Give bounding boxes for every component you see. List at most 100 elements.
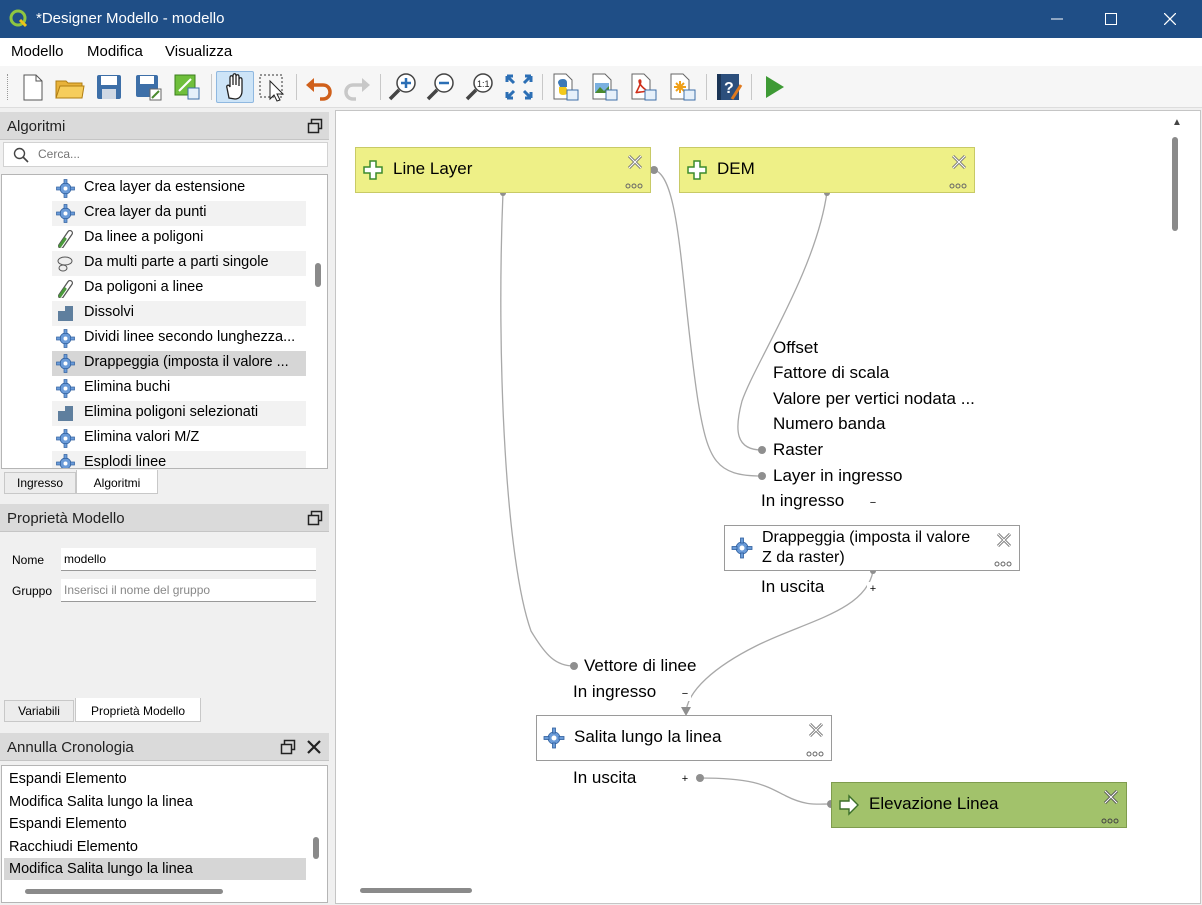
undo-button[interactable] (302, 71, 336, 103)
remove-node-icon[interactable] (995, 531, 1013, 549)
menu-visualizza[interactable]: Visualizza (165, 43, 232, 60)
algorithm-list-item[interactable]: Da linee a poligoni (52, 226, 306, 251)
float-panel-icon[interactable] (307, 118, 323, 134)
node-options-icon[interactable] (805, 751, 825, 757)
zoom-full-button[interactable] (502, 71, 536, 103)
algorithm-list-item[interactable]: Crea layer da estensione (52, 176, 306, 201)
remove-node-icon[interactable] (626, 153, 644, 171)
select-button[interactable] (256, 71, 290, 103)
save-model-button[interactable] (92, 71, 126, 103)
node-dem[interactable]: DEM (679, 147, 975, 193)
redo-button[interactable] (340, 71, 374, 103)
node-salita-lungo-la-linea[interactable]: Salita lungo la linea (536, 715, 832, 761)
collapse-inputs-toggle[interactable]: − (867, 496, 879, 510)
zoom-out-icon (426, 73, 454, 101)
node-drappeggia[interactable]: Drappeggia (imposta il valore Z da raste… (724, 525, 1020, 571)
expand-outputs-toggle[interactable]: + (867, 582, 879, 596)
run-button[interactable] (757, 71, 791, 103)
history-item[interactable]: Modifica Salita lungo la linea (4, 791, 306, 813)
collapse-inputs-toggle[interactable]: − (679, 687, 691, 701)
algorithm-list-item[interactable]: Esplodi linee (52, 451, 306, 469)
algorithm-list-item[interactable]: Drappeggia (imposta il valore ... (52, 351, 306, 376)
history-item[interactable]: Racchiudi Elemento (4, 836, 306, 858)
zoom-out-button[interactable] (424, 71, 458, 103)
export-image-icon (592, 73, 618, 101)
algorithm-list-scrollbar[interactable] (315, 263, 321, 287)
help-button[interactable]: ? (712, 71, 746, 103)
history-item[interactable]: Modifica Salita lungo la linea (4, 858, 306, 880)
algorithm-label: Dissolvi (84, 304, 134, 320)
tab-algoritmi[interactable]: Algoritmi (76, 470, 158, 494)
tab-ingresso[interactable]: Ingresso (4, 472, 76, 494)
model-canvas[interactable]: Line Layer DEM Offset Fattore di scala V… (335, 110, 1201, 904)
node-elevazione-linea[interactable]: Elevazione Linea (831, 782, 1127, 828)
minimize-button[interactable] (1034, 0, 1080, 38)
export-pdf-icon (631, 73, 657, 101)
algorithm-label: Elimina buchi (84, 379, 171, 395)
algorithm-list: Crea layer da estensione Crea layer da pu… (1, 174, 328, 469)
node-options-icon[interactable] (993, 561, 1013, 567)
tab-variabili[interactable]: Variabili (4, 700, 74, 722)
search-input[interactable] (36, 146, 316, 162)
new-model-button[interactable] (15, 71, 49, 103)
canvas-hscrollbar[interactable] (360, 888, 472, 893)
history-item[interactable]: Espandi Elemento (4, 768, 306, 790)
climb-inputs-label: In ingresso (573, 682, 657, 701)
export-pdf-button[interactable] (626, 71, 660, 103)
export-svg-button[interactable] (665, 71, 699, 103)
remove-node-icon[interactable] (807, 721, 825, 739)
group-field[interactable]: Inserisci il nome del gruppo (61, 579, 316, 602)
algorithm-label: Drappeggia (imposta il valore ... (84, 354, 289, 370)
gear-icon (543, 727, 565, 749)
zoom-actual-button[interactable]: 1:1 (463, 71, 497, 103)
maximize-button[interactable] (1088, 0, 1134, 38)
open-model-button[interactable] (53, 71, 87, 103)
node-options-icon[interactable] (624, 183, 644, 189)
algorithm-label: Elimina valori M/Z (84, 429, 200, 445)
param-vettore-di-linee: Vettore di linee (584, 656, 697, 675)
node-options-icon[interactable] (948, 183, 968, 189)
menu-modello[interactable]: Modello (11, 43, 64, 60)
zoom-full-icon (505, 74, 533, 100)
name-field[interactable]: modello (61, 548, 316, 571)
save-as-button[interactable] (131, 71, 165, 103)
export-python-button[interactable] (548, 71, 582, 103)
history-hscrollbar[interactable] (25, 889, 223, 894)
algorithm-list-item[interactable]: Elimina poligoni selezionati (52, 401, 306, 426)
algorithm-list-item[interactable]: Crea layer da punti (52, 201, 306, 226)
float-panel-icon[interactable] (307, 510, 323, 526)
gear-icon (56, 204, 75, 223)
tab-proprieta-modello[interactable]: Proprietà Modello (75, 698, 201, 722)
algorithm-list-item[interactable]: Dividi linee secondo lunghezza... (52, 326, 306, 351)
algorithms-panel-header: Algoritmi (0, 112, 329, 140)
algorithm-search-field[interactable] (3, 142, 328, 167)
node-options-icon[interactable] (1100, 818, 1120, 824)
close-panel-icon[interactable] (306, 739, 322, 755)
remove-node-icon[interactable] (950, 153, 968, 171)
algorithm-list-item[interactable]: Da poligoni a linee (52, 276, 306, 301)
export-button[interactable] (170, 71, 204, 103)
scroll-up-arrow-icon[interactable]: ▲ (1172, 117, 1182, 128)
qgis-logo-icon (9, 9, 28, 28)
float-panel-icon[interactable] (280, 739, 296, 755)
node-line-layer[interactable]: Line Layer (355, 147, 651, 193)
menu-modifica[interactable]: Modifica (87, 43, 143, 60)
canvas-vscrollbar[interactable] (1172, 137, 1178, 231)
history-item[interactable]: Espandi Elemento (4, 813, 306, 835)
pan-button[interactable] (216, 71, 254, 103)
remove-node-icon[interactable] (1102, 788, 1120, 806)
zoom-in-button[interactable] (386, 71, 420, 103)
algorithm-list-item[interactable]: Da multi parte a parti singole (52, 251, 306, 276)
algorithm-list-item[interactable]: Dissolvi (52, 301, 306, 326)
algorithm-list-item[interactable]: Elimina valori M/Z (52, 426, 306, 451)
algorithm-label: Esplodi linee (84, 454, 167, 469)
node-label: DEM (717, 159, 755, 178)
algorithm-label: Da multi parte a parti singole (84, 254, 269, 270)
history-vscrollbar[interactable] (313, 837, 319, 859)
export-image-button[interactable] (587, 71, 621, 103)
algorithm-list-item[interactable]: Elimina buchi (52, 376, 306, 401)
lines-to-polygons-icon (56, 229, 75, 249)
svg-text:?: ? (724, 80, 734, 97)
close-button[interactable] (1147, 0, 1193, 38)
expand-outputs-toggle[interactable]: + (679, 772, 691, 786)
